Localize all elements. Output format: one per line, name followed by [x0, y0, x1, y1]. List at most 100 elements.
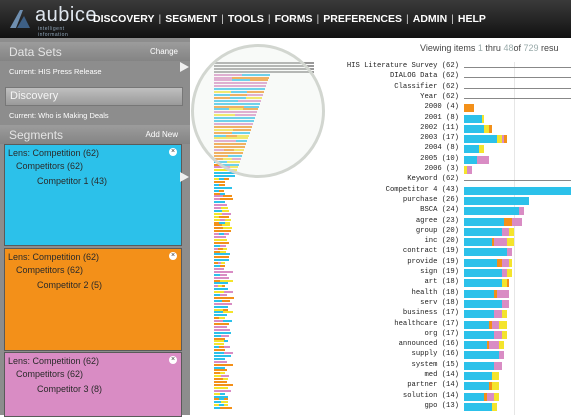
nav-discovery[interactable]: DISCOVERY: [93, 13, 154, 25]
play-arrow-icon[interactable]: [180, 62, 189, 72]
attribute-bar[interactable]: [464, 155, 489, 164]
attribute-row[interactable]: 2001 (8): [350, 114, 571, 124]
attribute-bar[interactable]: [464, 176, 571, 184]
attribute-bar[interactable]: [464, 145, 484, 154]
bar-segment-cyan: [464, 145, 479, 154]
overview-mini-segment: [222, 195, 232, 198]
attribute-row[interactable]: 2002 (11): [350, 124, 571, 134]
attribute-row[interactable]: group (20): [350, 227, 571, 237]
attribute-bar[interactable]: [464, 269, 512, 277]
attribute-row[interactable]: system (15): [350, 361, 571, 371]
nav-tools[interactable]: TOOLS: [228, 13, 264, 25]
attribute-bar[interactable]: [464, 341, 504, 350]
magnifier-lens[interactable]: [191, 44, 325, 178]
nav-segment[interactable]: SEGMENT: [165, 13, 217, 25]
attribute-bar[interactable]: [464, 84, 571, 92]
attribute-row[interactable]: serv (18): [350, 299, 571, 309]
attribute-row[interactable]: business (17): [350, 309, 571, 319]
attribute-bar[interactable]: [464, 238, 514, 247]
attribute-bar[interactable]: [464, 392, 499, 401]
attribute-row[interactable]: solution (14): [350, 392, 571, 402]
nav-admin[interactable]: ADMIN: [413, 13, 447, 25]
attribute-row[interactable]: DIALOG Data (62): [350, 72, 571, 82]
aubice-logo[interactable]: aubice intelligent information: [8, 4, 96, 38]
add-new-segment-link[interactable]: Add New: [146, 130, 178, 139]
attribute-bar[interactable]: [464, 372, 499, 380]
attribute-bar[interactable]: [464, 227, 514, 236]
attribute-bar[interactable]: [464, 124, 492, 133]
close-icon[interactable]: ×: [169, 356, 177, 364]
attribute-row[interactable]: health (18): [350, 289, 571, 299]
attribute-row[interactable]: contract (19): [350, 247, 571, 257]
attribute-bar[interactable]: [464, 258, 512, 267]
attribute-bar[interactable]: [464, 114, 484, 123]
viewing-from[interactable]: 1: [478, 43, 483, 53]
discovery-header[interactable]: Discovery: [5, 87, 183, 106]
attribute-row[interactable]: supply (16): [350, 350, 571, 360]
nav-forms[interactable]: FORMS: [275, 13, 313, 25]
overview-mini-bar: [214, 195, 232, 198]
overview-mini-segment: [226, 198, 234, 201]
attribute-row[interactable]: provide (19): [350, 258, 571, 268]
play-arrow-icon[interactable]: [180, 172, 189, 182]
bar-segment-yellow: [506, 269, 512, 277]
attribute-bar[interactable]: [464, 289, 509, 298]
attribute-row[interactable]: art (18): [350, 278, 571, 288]
attribute-bar[interactable]: [464, 104, 474, 113]
attribute-row[interactable]: partner (14): [350, 381, 571, 391]
attribute-row[interactable]: Competitor 4 (43): [350, 186, 571, 196]
attribute-bar[interactable]: [464, 186, 571, 195]
attribute-bar[interactable]: [464, 166, 472, 174]
attribute-bar[interactable]: [464, 361, 502, 370]
close-icon[interactable]: ×: [169, 252, 177, 260]
nav-help[interactable]: HELP: [458, 13, 486, 25]
attribute-bar[interactable]: [464, 320, 507, 329]
attribute-bar[interactable]: [464, 217, 522, 226]
overview-mini-segment: [222, 212, 231, 215]
attribute-row[interactable]: inc (20): [350, 237, 571, 247]
segment-card-1[interactable]: Lens: Competition (62) Competitors (62) …: [4, 144, 182, 246]
attribute-row[interactable]: announced (16): [350, 340, 571, 350]
attribute-row[interactable]: gpo (13): [350, 402, 571, 412]
attribute-bar[interactable]: [464, 63, 571, 71]
overview-mini-segment: [214, 305, 228, 308]
attribute-row[interactable]: Classifier (62): [350, 83, 571, 93]
attribute-row[interactable]: 2003 (17): [350, 134, 571, 144]
attribute-bar[interactable]: [464, 207, 524, 216]
attribute-row[interactable]: HIS Literature Survey (62): [347, 62, 571, 72]
attribute-row[interactable]: agree (23): [350, 217, 571, 227]
attribute-row[interactable]: Keyword (62): [350, 175, 571, 185]
attribute-bar[interactable]: [464, 196, 529, 205]
bar-segment-yellow: [494, 392, 499, 401]
attribute-bar[interactable]: [464, 310, 507, 319]
segment-lens-label: Lens: Competition (62): [8, 356, 100, 366]
attribute-row[interactable]: 2000 (4): [350, 103, 571, 113]
nav-preferences[interactable]: PREFERENCES: [323, 13, 402, 25]
attribute-bar[interactable]: [464, 73, 571, 81]
attribute-bar[interactable]: [464, 402, 497, 411]
attribute-bar[interactable]: [464, 248, 512, 257]
attribute-bar[interactable]: [464, 330, 507, 339]
segment-card-2[interactable]: Lens: Competition (62) Competitors (62) …: [4, 248, 182, 351]
attribute-row[interactable]: org (17): [350, 330, 571, 340]
attribute-row[interactable]: healthcare (17): [350, 320, 571, 330]
attribute-row[interactable]: med (14): [350, 371, 571, 381]
attribute-row[interactable]: BSCA (24): [350, 206, 571, 216]
change-dataset-link[interactable]: Change: [150, 47, 178, 56]
attribute-bar[interactable]: [464, 279, 509, 288]
attribute-bar[interactable]: [464, 299, 509, 308]
attribute-bar[interactable]: [464, 351, 504, 360]
attribute-row[interactable]: 2006 (3): [350, 165, 571, 175]
attribute-row[interactable]: 2004 (8): [350, 144, 571, 154]
attribute-row[interactable]: Year (62): [350, 93, 571, 103]
attribute-row[interactable]: purchase (26): [350, 196, 571, 206]
attribute-bar[interactable]: [464, 94, 571, 102]
segment-card-3[interactable]: Lens: Competition (62) Competitors (62) …: [4, 352, 182, 417]
attribute-bar[interactable]: [464, 135, 507, 144]
attribute-row[interactable]: sign (19): [350, 268, 571, 278]
viewing-to[interactable]: 48: [503, 43, 513, 53]
attribute-bar[interactable]: [464, 382, 499, 391]
overview-mini-segment: [220, 360, 227, 363]
attribute-row[interactable]: 2005 (10): [350, 155, 571, 165]
close-icon[interactable]: ×: [169, 148, 177, 156]
